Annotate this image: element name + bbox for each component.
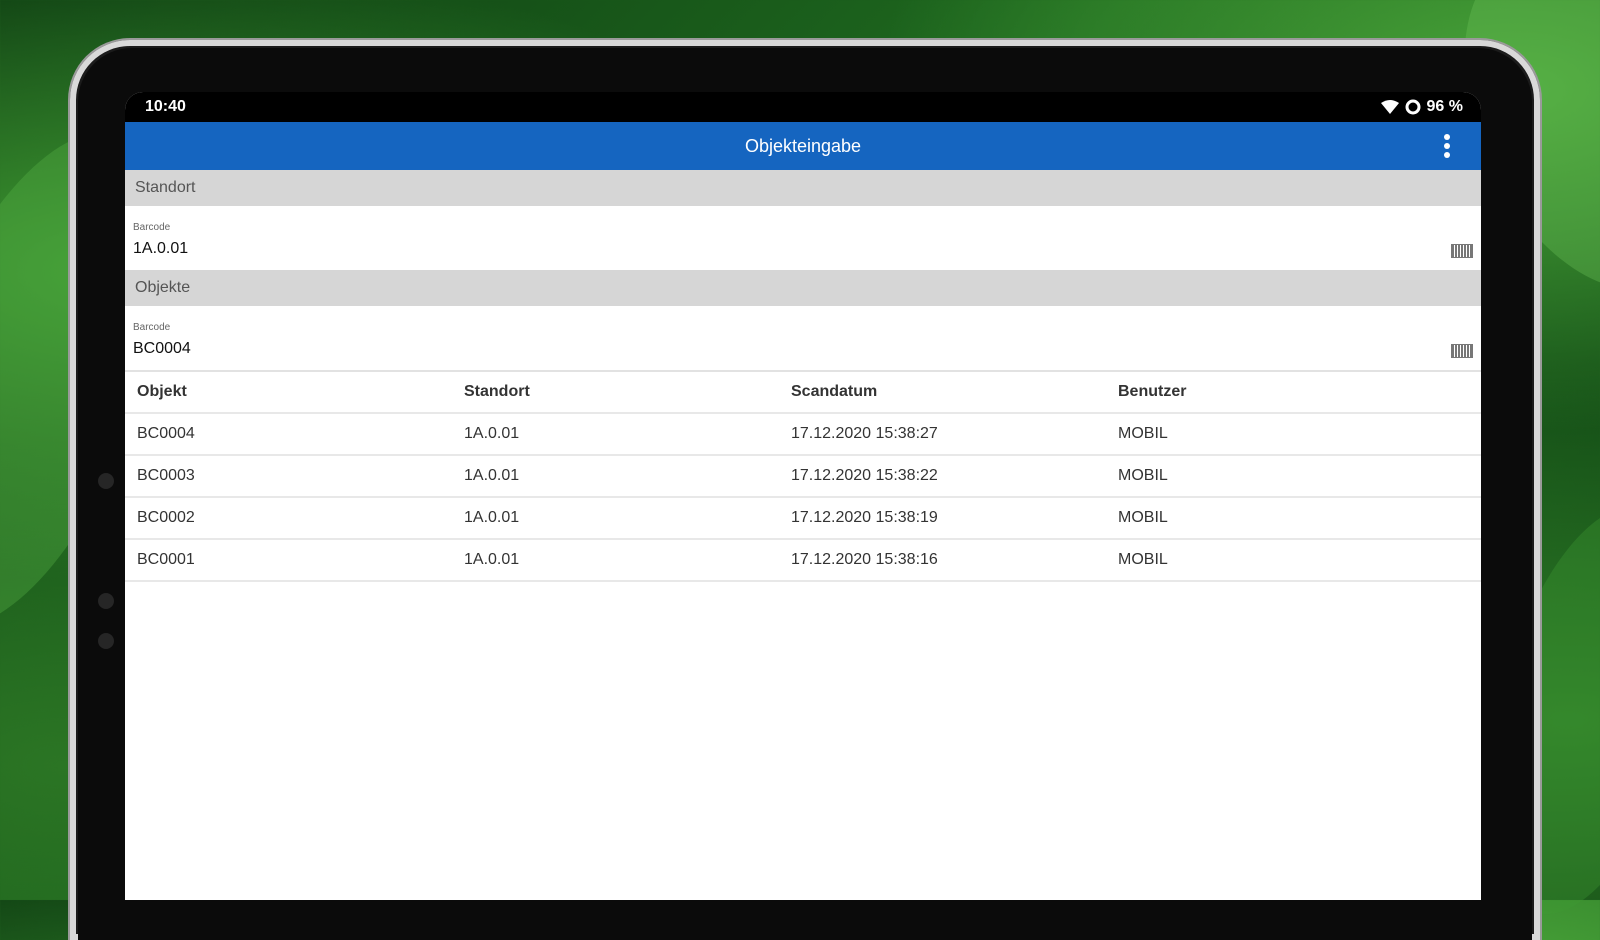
- sync-icon: [1405, 99, 1421, 115]
- cell-scandatum: 17.12.2020 15:38:19: [791, 509, 938, 526]
- cell-objekt: BC0004: [137, 425, 195, 442]
- cell-standort: 1A.0.01: [464, 509, 520, 526]
- wifi-icon: [1380, 100, 1399, 114]
- section-label: Standort: [135, 179, 196, 196]
- section-objekte: Objekte: [125, 270, 1481, 306]
- scan-table: Objekt Standort Scandatum Benutzer BC000…: [125, 370, 1481, 582]
- sensor-dot: [98, 593, 114, 609]
- column-header-scandatum[interactable]: Scandatum: [779, 383, 1106, 401]
- field-label: Barcode: [133, 222, 171, 233]
- cell-scandatum: 17.12.2020 15:38:16: [791, 551, 938, 568]
- cell-standort: 1A.0.01: [464, 425, 520, 442]
- barcode-icon[interactable]: [1451, 244, 1473, 258]
- cell-benutzer: MOBIL: [1118, 425, 1168, 442]
- cell-scandatum: 17.12.2020 15:38:22: [791, 467, 938, 484]
- table-row[interactable]: BC0004 1A.0.01 17.12.2020 15:38:27 MOBIL: [125, 414, 1481, 456]
- table-row[interactable]: BC0002 1A.0.01 17.12.2020 15:38:19 MOBIL: [125, 498, 1481, 540]
- more-vertical-icon[interactable]: [1443, 134, 1451, 158]
- table-header-row: Objekt Standort Scandatum Benutzer: [125, 372, 1481, 414]
- camera-dot: [98, 473, 114, 489]
- barcode-icon[interactable]: [1451, 344, 1473, 358]
- column-header-standort[interactable]: Standort: [452, 383, 779, 401]
- sensor-dot: [98, 633, 114, 649]
- page-title: Objekteingabe: [744, 135, 862, 156]
- standort-barcode-field[interactable]: Barcode 1A.0.01: [125, 206, 1481, 270]
- cell-standort: 1A.0.01: [464, 551, 520, 568]
- cell-objekt: BC0003: [137, 467, 195, 484]
- cell-benutzer: MOBIL: [1118, 509, 1168, 526]
- battery-level: 96 %: [1426, 98, 1463, 115]
- field-label: Barcode: [133, 322, 171, 333]
- section-standort: Standort: [125, 170, 1481, 206]
- standort-barcode-value[interactable]: 1A.0.01: [133, 240, 188, 258]
- cell-objekt: BC0001: [137, 551, 195, 568]
- table-row[interactable]: BC0001 1A.0.01 17.12.2020 15:38:16 MOBIL: [125, 540, 1481, 582]
- status-right: 96 %: [1380, 98, 1463, 116]
- cell-benutzer: MOBIL: [1118, 467, 1168, 484]
- status-time: 10:40: [145, 98, 186, 115]
- objekt-barcode-field[interactable]: Barcode BC0004: [125, 306, 1481, 370]
- cell-scandatum: 17.12.2020 15:38:27: [791, 425, 938, 442]
- objekt-barcode-value[interactable]: BC0004: [133, 340, 191, 358]
- cell-standort: 1A.0.01: [464, 467, 520, 484]
- status-bar: 10:40 96 %: [125, 92, 1481, 122]
- table-row[interactable]: BC0003 1A.0.01 17.12.2020 15:38:22 MOBIL: [125, 456, 1481, 498]
- cell-objekt: BC0002: [137, 509, 195, 526]
- section-label: Objekte: [135, 279, 191, 296]
- column-header-benutzer[interactable]: Benutzer: [1106, 383, 1433, 401]
- column-header-objekt[interactable]: Objekt: [125, 383, 452, 401]
- app-bar: Objekteingabe: [125, 122, 1481, 170]
- cell-benutzer: MOBIL: [1118, 551, 1168, 568]
- tablet-screen: 10:40 96 % Objekteingabe Standort Barcod…: [125, 92, 1481, 900]
